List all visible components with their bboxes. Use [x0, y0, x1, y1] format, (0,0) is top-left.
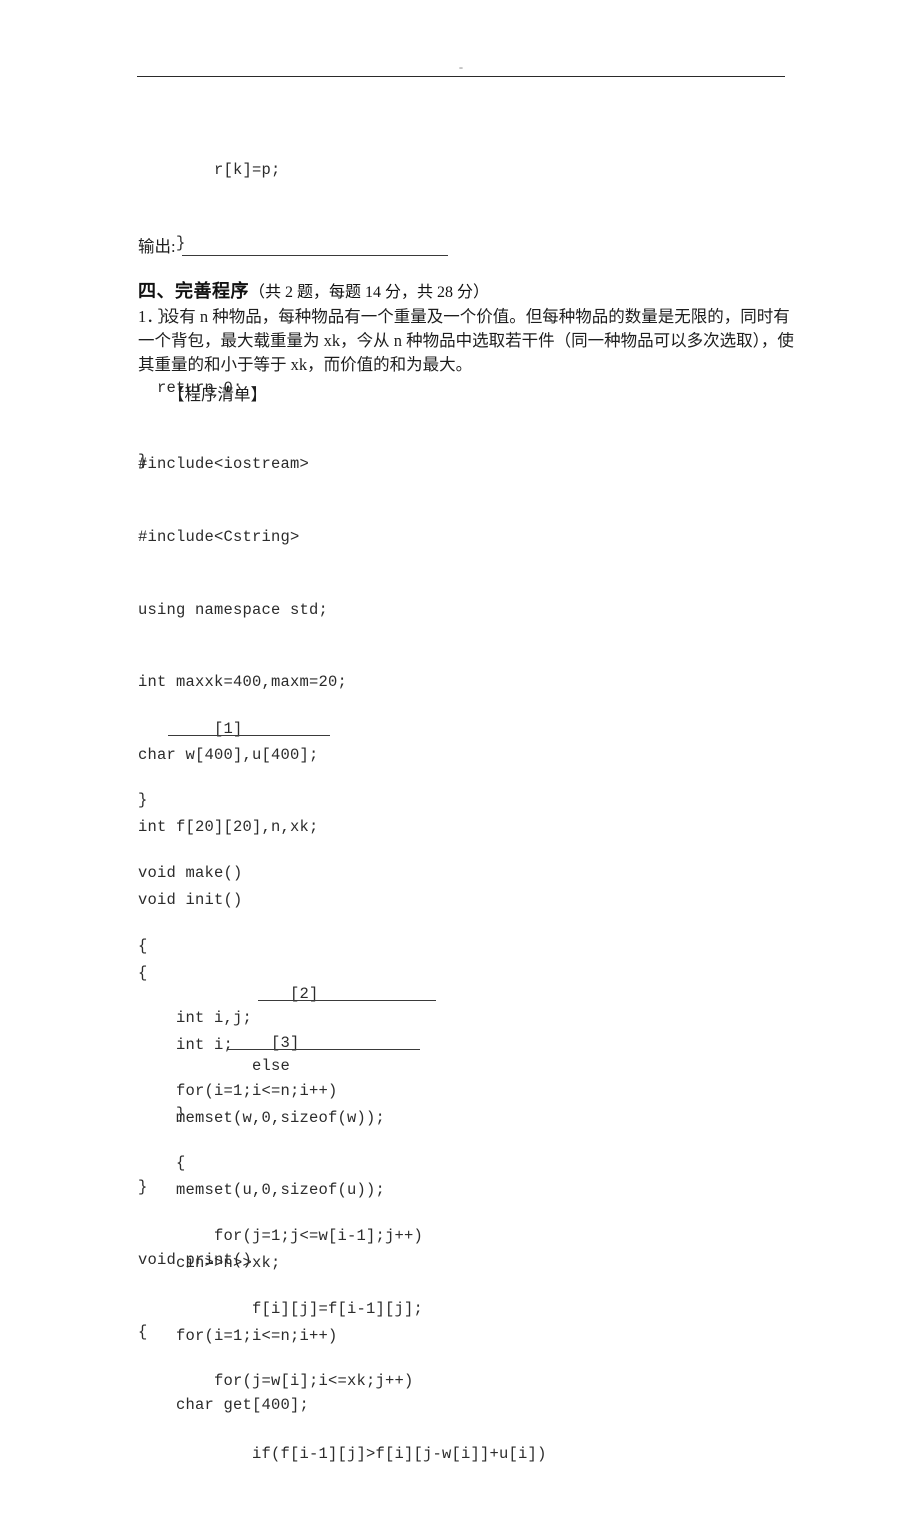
answer-blank-1-label: [1] [138, 720, 243, 738]
section-heading: 四、完善程序（共 2 题，每题 14 分，共 28 分） [138, 277, 489, 303]
question-line-3: 其重量的和小于等于 xk，而价值的和为最大。 [138, 355, 473, 374]
code-block-print: } } void print() { char get[400]; [138, 1054, 309, 1465]
code-line: } [138, 791, 148, 810]
section-heading-paren: （共 2 题，每题 14 分，共 28 分） [249, 284, 490, 301]
output-answer-label: 输出: [138, 237, 176, 256]
code-line: } [138, 1105, 186, 1124]
code-line: { [138, 1323, 148, 1342]
page-header: - [137, 58, 785, 88]
header-divider-rule [137, 76, 785, 77]
answer-blank-1-rule[interactable] [168, 735, 330, 736]
question-line-2: 一个背包，最大载重量为 xk，今从 n 种物品中选取若干件（同一种物品可以多次选… [138, 331, 794, 350]
question-line-1: 1．设有 n 种物品，每种物品有一个重量及一个价值。但每种物品的数量是无限的，同… [138, 307, 790, 326]
code-line: { [138, 936, 148, 955]
code-line: } [138, 1178, 148, 1196]
code-line: #include<iostream> [138, 455, 310, 474]
section-heading-title: 四、完善程序 [138, 281, 249, 301]
code-line: void make() [138, 864, 243, 882]
code-line: r[k]=p; [138, 161, 281, 180]
header-artifact-mark: - [457, 61, 465, 75]
answer-blank-3-rule[interactable] [228, 1049, 420, 1050]
answer-blank-2-rule[interactable] [258, 1000, 436, 1001]
code-line: #include<Cstring> [138, 528, 300, 546]
code-line: char get[400]; [138, 1395, 310, 1414]
document-page: - r[k]=p; } } return 0; } 输出: 四、完善程序（共 2… [0, 0, 920, 1463]
output-answer-blank-rule[interactable] [182, 255, 448, 256]
code-line: void print() [138, 1250, 253, 1269]
answer-blank-3-label: [3] [138, 1034, 300, 1052]
program-listing-title: 【程序清单】 [168, 385, 267, 404]
answer-blank-2-label: [2] [138, 985, 319, 1003]
code-line: using namespace std; [138, 600, 329, 619]
code-line: int maxxk=400,maxm=20; [138, 673, 348, 692]
